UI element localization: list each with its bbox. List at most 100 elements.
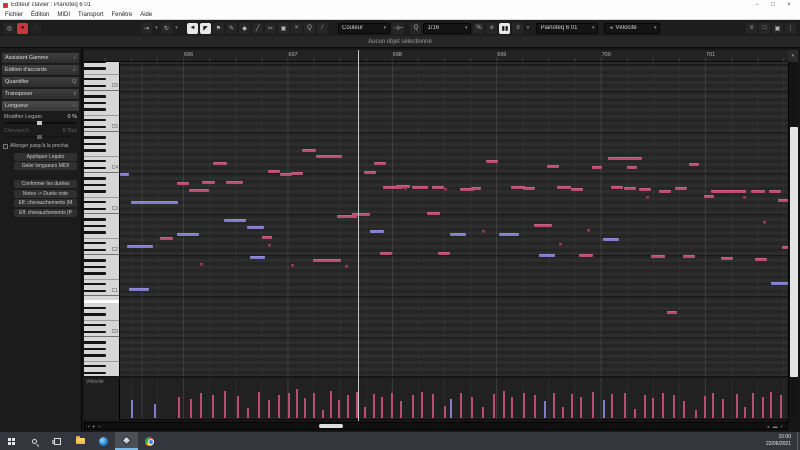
piano-key-black[interactable] xyxy=(84,200,106,204)
midi-note[interactable] xyxy=(396,185,410,189)
midi-note[interactable] xyxy=(352,213,370,217)
record-in-editor-button[interactable]: ● xyxy=(17,22,28,34)
midi-note[interactable] xyxy=(374,162,386,166)
velocity-bar[interactable] xyxy=(278,395,280,418)
midi-note[interactable] xyxy=(177,182,189,186)
setup-window-button[interactable]: ▣ xyxy=(772,22,783,34)
midi-note[interactable] xyxy=(675,187,687,191)
velocity-bar[interactable] xyxy=(313,393,315,418)
piano-key-black[interactable] xyxy=(84,135,106,139)
cubase-taskbar-button[interactable] xyxy=(115,432,138,450)
piano-key-black[interactable] xyxy=(84,101,106,105)
search-button[interactable] xyxy=(23,432,46,450)
button-eff-chevauchements-m[interactable]: Eff. chevauchements (M xyxy=(14,199,77,207)
menu-item-midi[interactable]: MIDI xyxy=(57,12,70,18)
midi-note[interactable] xyxy=(129,288,149,292)
midi-note[interactable] xyxy=(683,255,695,259)
midi-note[interactable] xyxy=(592,166,602,170)
piano-key-black[interactable] xyxy=(84,347,106,351)
piano-key-black[interactable] xyxy=(84,306,106,310)
midi-note[interactable] xyxy=(160,237,173,241)
midi-note[interactable] xyxy=(438,252,450,256)
toolbar-setup-button[interactable]: ≡ xyxy=(746,22,757,34)
legato-slider-thumb[interactable] xyxy=(36,121,42,125)
trim-tool[interactable]: ╱ xyxy=(252,22,263,34)
velocity-bar[interactable] xyxy=(421,392,423,418)
file-explorer-button[interactable] xyxy=(69,432,92,450)
legato-slider[interactable] xyxy=(5,121,76,125)
inspector-section-transposer[interactable]: Transposer ♯ xyxy=(2,89,79,99)
lane-plus-icon[interactable]: + xyxy=(98,424,101,430)
midi-note[interactable] xyxy=(579,254,593,258)
velocity-bar[interactable] xyxy=(212,395,214,418)
piano-key-black[interactable] xyxy=(84,125,106,129)
piano-key-black[interactable] xyxy=(84,108,106,112)
midi-note[interactable] xyxy=(539,254,555,258)
piano-key-black[interactable] xyxy=(84,62,106,64)
velocity-bar[interactable] xyxy=(571,394,573,418)
midi-note[interactable] xyxy=(721,257,733,261)
piano-key-black[interactable] xyxy=(84,142,106,146)
more-options-button[interactable]: ⋮ xyxy=(785,22,796,34)
button-notes-duree-note[interactable]: Notes -> Durée note xyxy=(14,189,77,198)
lane-mini-controls[interactable]: • ▾ + xyxy=(88,424,100,430)
midi-note[interactable] xyxy=(120,173,129,177)
velocity-bar[interactable] xyxy=(237,396,239,418)
midi-note[interactable] xyxy=(412,186,428,190)
midi-note[interactable] xyxy=(471,187,481,191)
velocity-bar[interactable] xyxy=(503,391,505,418)
midi-note[interactable] xyxy=(177,233,199,237)
midi-note[interactable] xyxy=(268,170,280,174)
button-appliquer-legato[interactable]: Appliquer Legato xyxy=(14,152,77,161)
vertical-scrollbar-thumb[interactable] xyxy=(790,127,798,377)
velocity-bar[interactable] xyxy=(338,400,340,418)
piano-key-black[interactable] xyxy=(84,248,106,252)
velocity-bar[interactable] xyxy=(712,393,714,418)
velocity-bar[interactable] xyxy=(268,400,270,418)
solo-editor-button[interactable]: ◎ xyxy=(4,22,15,34)
velocity-bar[interactable] xyxy=(412,395,414,418)
part-select[interactable]: Pianoteq 6 01 ▾ xyxy=(536,22,599,34)
vertical-scrollbar[interactable] xyxy=(788,62,798,422)
drumstick-tool[interactable]: ◆ xyxy=(239,22,250,34)
midi-note[interactable] xyxy=(345,265,348,269)
piano-key-black[interactable] xyxy=(84,207,106,211)
taskbar-clock[interactable]: 15:00 22/06/2021 xyxy=(766,432,797,450)
piano-key-black[interactable] xyxy=(84,289,106,293)
midi-note[interactable] xyxy=(189,189,209,193)
velocity-bar[interactable] xyxy=(644,395,646,418)
piano-key-black[interactable] xyxy=(84,258,106,262)
midi-note[interactable] xyxy=(482,230,485,234)
piano-key-black[interactable] xyxy=(84,313,106,317)
midi-note[interactable] xyxy=(611,186,623,190)
piano-key-black[interactable] xyxy=(84,159,106,163)
midi-note[interactable] xyxy=(557,186,571,190)
piano-key-black[interactable] xyxy=(84,94,106,98)
audition-button[interactable]: ◌ xyxy=(30,22,41,34)
draw-tool[interactable]: ✎ xyxy=(226,22,237,34)
piano-key-black[interactable] xyxy=(84,149,106,153)
velocity-bar[interactable] xyxy=(460,393,462,418)
midi-note[interactable] xyxy=(587,229,590,233)
midi-note[interactable] xyxy=(262,236,272,240)
controller-lane-select[interactable]: ◄ Vélocité ▾ xyxy=(604,22,661,34)
velocity-bar[interactable] xyxy=(762,397,764,418)
chevron-down-icon[interactable]: ▾ xyxy=(174,25,179,31)
midi-note[interactable] xyxy=(659,190,671,194)
ruler[interactable]: 696 697 698 699 700 701 xyxy=(84,50,788,62)
piano-key-black[interactable] xyxy=(84,224,106,228)
edge-button[interactable] xyxy=(92,432,115,450)
velocity-bar[interactable] xyxy=(482,407,484,418)
midi-note[interactable] xyxy=(250,256,265,260)
velocity-bar[interactable] xyxy=(752,393,754,418)
split-tool[interactable]: ✂ xyxy=(265,22,276,34)
marker-tool[interactable]: ⚑ xyxy=(213,22,224,34)
velocity-bar[interactable] xyxy=(624,393,626,418)
horizontal-scrollbar-thumb[interactable] xyxy=(319,424,343,428)
midi-note[interactable] xyxy=(651,255,665,259)
velocity-bar[interactable] xyxy=(178,397,180,418)
midi-note[interactable] xyxy=(432,186,444,190)
midi-note[interactable] xyxy=(404,187,407,191)
midi-note[interactable] xyxy=(202,181,215,185)
midi-note[interactable] xyxy=(778,199,788,203)
